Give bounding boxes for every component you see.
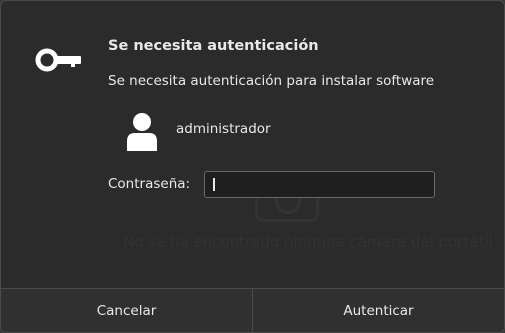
dialog-title: Se necesita autenticación [108, 38, 319, 54]
text-caret [213, 178, 215, 191]
cancel-button[interactable]: Cancelar [1, 289, 252, 332]
dialog-message: Se necesita autenticación para instalar … [108, 73, 435, 89]
username-label: administrador [176, 121, 271, 137]
background-text: No se ha encontrado ninguna cámara del p… [123, 233, 493, 251]
password-field[interactable] [204, 171, 435, 198]
key-icon [35, 46, 83, 78]
user-icon [125, 111, 159, 157]
dialog-footer: Cancelar Autenticar [1, 288, 504, 332]
auth-dialog: No se ha encontrado ninguna cámara del p… [0, 0, 505, 333]
authenticate-button[interactable]: Autenticar [253, 289, 504, 332]
password-label: Contraseña: [108, 176, 191, 192]
